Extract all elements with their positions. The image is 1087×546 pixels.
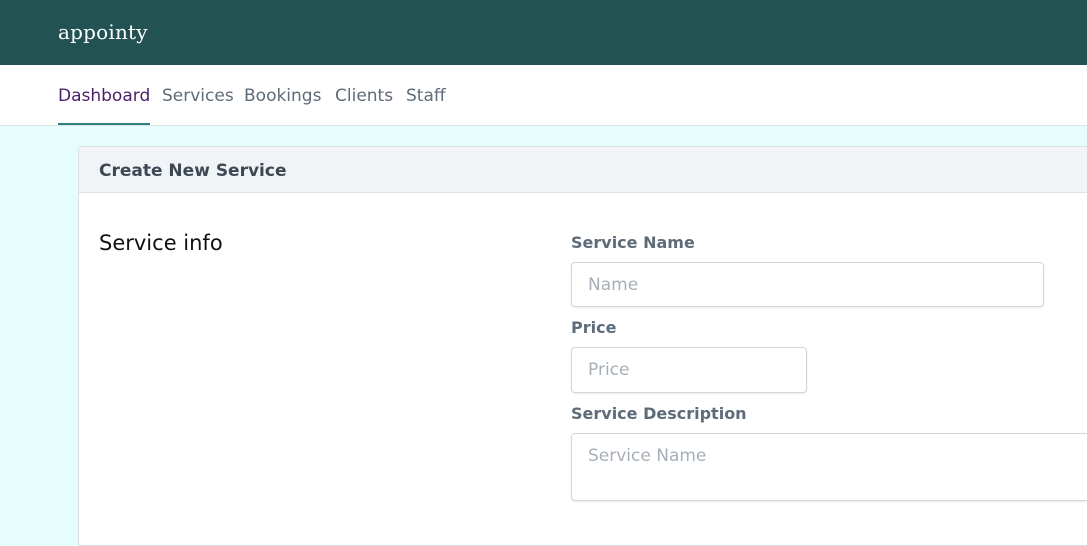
card-header: Create New Service (79, 147, 1087, 193)
section-title: Service info (99, 231, 223, 255)
nav-item-dashboard[interactable]: Dashboard (58, 65, 151, 125)
service-name-label: Service Name (571, 233, 695, 252)
create-service-card: Create New Service Service info Service … (78, 146, 1087, 546)
main-nav: Dashboard Services Bookings Clients Staf… (0, 65, 1087, 126)
nav-item-bookings[interactable]: Bookings (244, 65, 321, 125)
price-label: Price (571, 318, 617, 337)
nav-item-staff[interactable]: Staff (406, 65, 446, 125)
price-input[interactable] (571, 347, 807, 393)
top-app-bar: appointy (0, 0, 1087, 65)
service-description-textarea[interactable] (571, 433, 1087, 501)
nav-item-clients[interactable]: Clients (335, 65, 393, 125)
card-title: Create New Service (99, 161, 287, 181)
brand-logo[interactable]: appointy (58, 20, 148, 44)
nav-item-services[interactable]: Services (162, 65, 234, 125)
service-description-label: Service Description (571, 404, 747, 423)
service-name-input[interactable] (571, 262, 1044, 307)
